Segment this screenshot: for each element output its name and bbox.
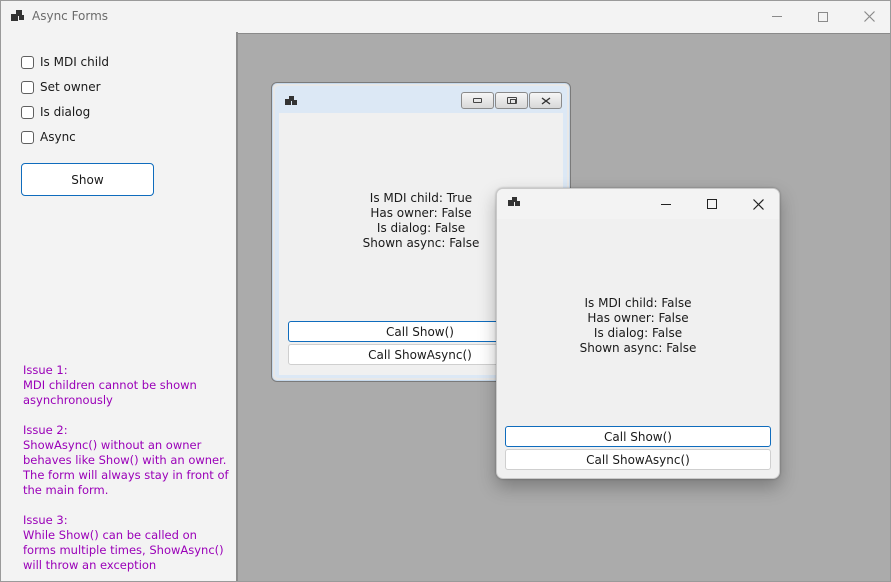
issue-2: Issue 2: ShowAsync() without an owner be… [23, 423, 233, 498]
issue-text: ShowAsync() without an owner behaves lik… [23, 438, 229, 497]
checkbox-label: Is MDI child [40, 55, 110, 69]
issue-3: Issue 3: While Show() can be called on f… [23, 513, 233, 573]
info-line: Is dialog: False [593, 326, 683, 340]
close-button[interactable] [846, 1, 890, 32]
info-line: Has owner: False [587, 311, 689, 325]
app-icon [11, 10, 25, 22]
options-panel: Is MDI child Set owner Is dialog Async S… [1, 32, 237, 581]
call-show-async-button[interactable]: Call ShowAsync() [505, 449, 771, 470]
checkbox-box[interactable] [21, 80, 34, 94]
mdi-maximize-button[interactable] [495, 92, 528, 109]
window-title: Async Forms [32, 9, 109, 23]
issue-text: MDI children cannot be shown asynchronou… [23, 378, 197, 407]
minimize-icon [661, 203, 671, 205]
mdi-close-button[interactable] [529, 92, 562, 109]
issue-title: Issue 3: [23, 513, 68, 527]
minimize-icon [473, 98, 482, 103]
maximize-icon [707, 199, 717, 209]
set-owner-checkbox[interactable]: Set owner [21, 79, 101, 95]
maximize-button[interactable] [800, 1, 846, 32]
close-icon [541, 96, 550, 105]
floating-minimize-button[interactable] [643, 189, 689, 219]
floating-maximize-button[interactable] [689, 189, 735, 219]
info-line: Is MDI child: False [584, 296, 692, 310]
checkbox-label: Is dialog [40, 105, 91, 119]
checkbox-box[interactable] [21, 105, 34, 119]
async-checkbox[interactable]: Async [21, 129, 76, 145]
is-mdi-child-checkbox[interactable]: Is MDI child [21, 54, 109, 70]
checkbox-box[interactable] [21, 55, 34, 69]
checkbox-label: Set owner [40, 80, 101, 94]
close-icon [752, 198, 764, 210]
title-bar[interactable]: Async Forms [1, 1, 890, 32]
show-button[interactable]: Show [21, 163, 154, 196]
floating-form-window[interactable]: Is MDI child: False Has owner: False Is … [496, 188, 780, 479]
restore-icon [506, 97, 517, 104]
floating-close-button[interactable] [735, 189, 779, 219]
checkbox-box[interactable] [21, 130, 34, 144]
info-line: Shown async: False [579, 341, 697, 355]
mdi-minimize-button[interactable] [461, 92, 494, 109]
issue-text: While Show() can be called on forms mult… [23, 528, 224, 572]
maximize-icon [818, 11, 828, 22]
minimize-button[interactable] [754, 1, 800, 32]
app-icon [508, 197, 520, 207]
issue-1: Issue 1: MDI children cannot be shown as… [23, 363, 233, 408]
app-icon [285, 96, 297, 106]
floating-form-title-bar[interactable] [497, 189, 779, 219]
minimize-icon [772, 16, 782, 17]
close-icon [863, 11, 875, 22]
issue-title: Issue 1: [23, 363, 68, 377]
floating-form-info: Is MDI child: False Has owner: False Is … [497, 296, 779, 356]
checkbox-label: Async [40, 130, 76, 144]
issues-notes: Issue 1: MDI children cannot be shown as… [23, 363, 233, 581]
is-dialog-checkbox[interactable]: Is dialog [21, 104, 90, 120]
issue-title: Issue 2: [23, 423, 68, 437]
call-show-button[interactable]: Call Show() [505, 426, 771, 447]
